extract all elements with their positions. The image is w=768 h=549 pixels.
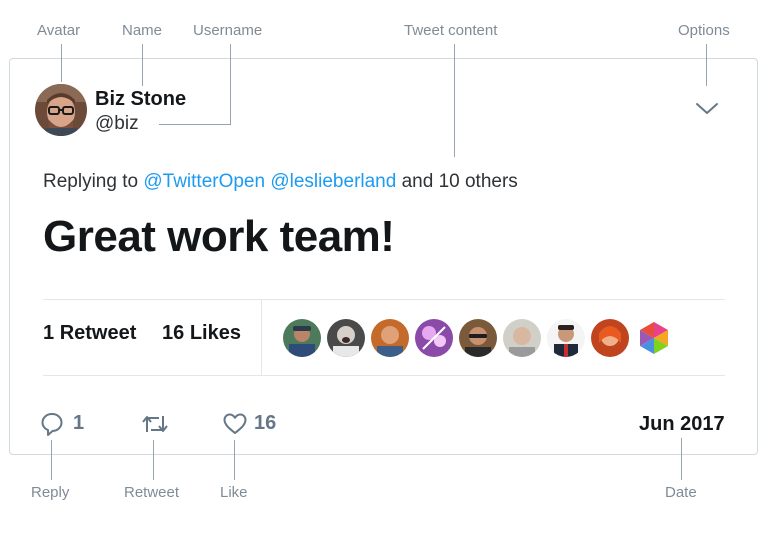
liker-avatar[interactable] [459,319,497,357]
callout-date: Date [665,484,697,501]
liker-avatar[interactable] [503,319,541,357]
replying-suffix[interactable]: and 10 others [402,171,518,192]
retweet-stat-label: Retweet [59,322,137,344]
replying-prefix: Replying to [43,171,139,192]
liker-avatar[interactable] [283,319,321,357]
reply-count: 1 [73,412,85,434]
liker-avatar[interactable] [371,319,409,357]
leader-reply [51,440,52,480]
leader-like [234,440,235,480]
leader-avatar [61,44,62,82]
leader-options [706,44,707,86]
stats-divider-top [43,299,725,300]
like-count: 16 [162,322,185,344]
callout-retweet: Retweet [124,484,180,501]
display-name[interactable]: Biz Stone [95,88,186,111]
retweet-count: 1 [43,322,55,344]
username[interactable]: @biz [95,113,139,135]
retweet-icon[interactable] [140,410,170,438]
leader-name [142,44,143,86]
leader-tweet-content [454,44,455,157]
liker-avatar[interactable] [327,319,365,357]
mention-link[interactable]: @leslieberland [270,171,396,192]
callout-reply: Reply [31,484,70,501]
liker-avatar[interactable] [547,319,585,357]
stats-divider-bottom [43,375,725,376]
tweet-date[interactable]: Jun 2017 [639,413,725,436]
reply-icon[interactable] [40,410,64,438]
avatar[interactable] [35,84,87,136]
callout-username: Username [193,22,263,39]
callout-avatar: Avatar [37,22,81,39]
like-stat-label: Likes [189,322,241,344]
retweet-stat[interactable]: 1 Retweet [43,322,136,345]
chevron-down-icon[interactable] [694,100,720,116]
liker-avatar[interactable] [415,319,453,357]
tweet-text: Great work team! [43,212,395,261]
callout-like: Like [220,484,248,501]
like-stat[interactable]: 16 Likes [162,322,241,345]
callout-name: Name [122,22,163,39]
callout-options: Options [678,22,730,39]
replying-to-line: Replying to @TwitterOpen @leslieberland … [43,171,518,193]
like-action-count: 16 [254,412,277,434]
heart-icon[interactable] [222,410,248,438]
callout-tweet-content: Tweet content [404,22,498,39]
leader-date [681,438,682,480]
liker-avatar[interactable] [635,319,673,357]
stats-divider-vertical [261,300,262,375]
liker-avatar[interactable] [591,319,629,357]
leader-retweet [153,440,154,480]
mention-link[interactable]: @TwitterOpen [143,171,265,192]
leader-username-horizontal [159,124,231,125]
leader-username-vertical [230,44,231,125]
